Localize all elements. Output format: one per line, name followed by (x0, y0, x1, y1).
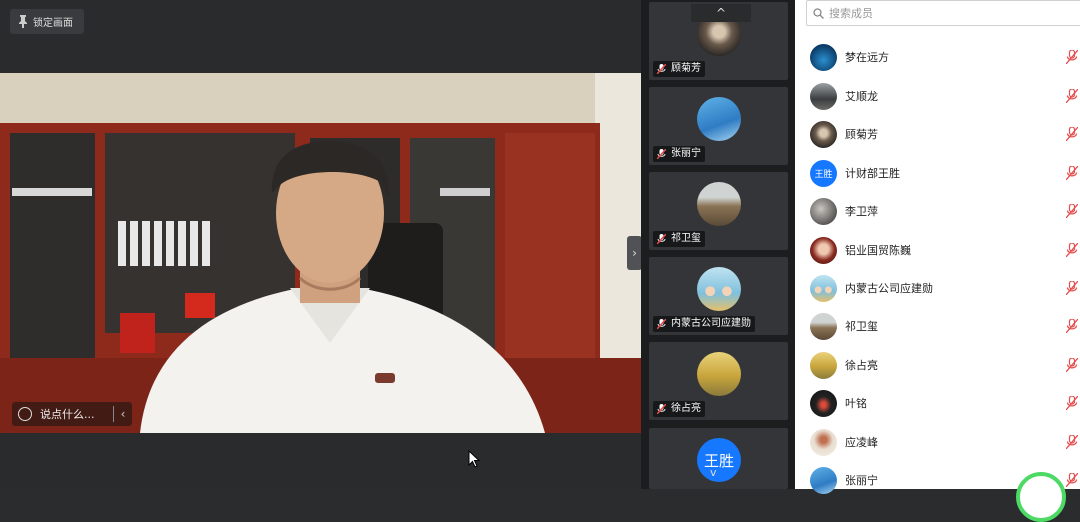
member-name: 李卫萍 (845, 205, 878, 218)
member-name: 叶铭 (845, 397, 867, 410)
member-avatar (810, 351, 837, 379)
participant-tile[interactable]: 张丽宁 (649, 87, 788, 165)
mic-muted-icon[interactable] (1066, 319, 1078, 333)
speaker-video-frame (0, 73, 641, 433)
search-placeholder: 搜索成员 (829, 7, 873, 20)
member-row[interactable]: 梦在远方 (810, 42, 1080, 72)
member-row[interactable]: 叶铭 (810, 388, 1080, 418)
avatar-text: 王胜 (703, 451, 734, 470)
participant-avatar (697, 182, 741, 226)
member-row[interactable]: 顾菊芳 (810, 119, 1080, 149)
member-row[interactable]: 铝业国贸陈巍 (810, 235, 1080, 265)
member-avatar (810, 197, 837, 225)
mouse-cursor-icon (468, 450, 480, 468)
main-video-stage: 锁定画面 说点什么... ‹ (0, 0, 641, 489)
participant-avatar (697, 267, 741, 311)
chevron-right-icon: › (632, 246, 637, 260)
member-name: 张丽宁 (845, 474, 878, 487)
member-avatar (810, 428, 837, 456)
member-name: 祁卫玺 (845, 320, 878, 333)
lock-screen-button[interactable]: 锁定画面 (10, 9, 84, 34)
participant-avatar: 王胜 (697, 438, 741, 482)
mic-muted-icon[interactable] (1066, 166, 1078, 180)
avatar-text: 王胜 (814, 169, 833, 180)
member-avatar (810, 274, 837, 302)
member-name: 梦在远方 (845, 51, 889, 64)
member-name: 应凌峰 (845, 436, 878, 449)
participant-name-label: 祁卫玺 (653, 231, 705, 247)
member-name: 徐占亮 (845, 359, 878, 372)
member-name: 顾菊芳 (845, 128, 878, 141)
participant-avatar (697, 352, 741, 396)
mic-muted-icon (657, 319, 666, 329)
participant-tile[interactable]: 王胜 (649, 428, 788, 489)
member-list-panel: 搜索成员 梦在远方 艾顺龙 顾菊芳 王胜 计财部王胜 李卫萍 铝业国贸陈巍 内蒙… (795, 0, 1080, 494)
speaker-video (0, 73, 641, 433)
member-avatar (810, 120, 837, 148)
mic-muted-icon[interactable] (1066, 473, 1078, 487)
scroll-up-button[interactable]: ^ (691, 4, 751, 22)
mic-muted-icon[interactable] (1066, 89, 1078, 103)
mic-muted-icon[interactable] (1066, 358, 1078, 372)
chat-input-placeholder: 说点什么... (40, 408, 95, 421)
member-name: 艾顺龙 (845, 90, 878, 103)
member-avatar (810, 312, 837, 340)
member-name: 计财部王胜 (845, 167, 900, 180)
member-avatar (810, 236, 837, 264)
pin-icon (19, 15, 27, 28)
member-avatar (810, 466, 837, 494)
participant-strip: 顾菊芳 ^ 张丽宁 祁卫玺 内蒙古公司应建勋 徐占亮 王胜 (641, 0, 795, 489)
mic-muted-icon[interactable] (1066, 396, 1078, 410)
member-row[interactable]: 祁卫玺 (810, 311, 1080, 341)
member-row[interactable]: 内蒙古公司应建勋 (810, 273, 1080, 303)
member-name: 内蒙古公司应建勋 (845, 282, 933, 295)
mic-muted-icon (657, 404, 666, 414)
participant-name-label: 徐占亮 (653, 401, 705, 417)
member-avatar: 王胜 (810, 159, 837, 187)
speed-ring-widget[interactable] (1016, 472, 1066, 522)
member-avatar (810, 389, 837, 417)
participant-name-label: 内蒙古公司应建勋 (653, 316, 755, 332)
participant-avatar (697, 97, 741, 141)
member-avatar (810, 43, 837, 71)
member-search-input[interactable]: 搜索成员 (806, 0, 1080, 26)
chevron-left-icon[interactable]: ‹ (114, 407, 132, 421)
search-icon (813, 7, 824, 19)
member-row[interactable]: 王胜 计财部王胜 (810, 158, 1080, 188)
participant-name-label: 张丽宁 (653, 146, 705, 162)
mic-muted-icon[interactable] (1066, 204, 1078, 218)
participant-tile[interactable]: 祁卫玺 (649, 172, 788, 250)
participant-name-label: 顾菊芳 (653, 61, 705, 77)
member-avatar (810, 82, 837, 110)
mic-muted-icon (657, 64, 666, 74)
member-row[interactable]: 李卫萍 (810, 196, 1080, 226)
chevron-up-icon: ^ (715, 6, 727, 20)
participant-tile[interactable]: 内蒙古公司应建勋 (649, 257, 788, 335)
member-row[interactable]: 艾顺龙 (810, 81, 1080, 111)
member-name: 铝业国贸陈巍 (845, 244, 911, 257)
mic-muted-icon[interactable] (1066, 281, 1078, 295)
chevron-down-icon[interactable]: v (710, 466, 717, 479)
mic-muted-icon (657, 234, 666, 244)
participant-tile[interactable]: 徐占亮 (649, 342, 788, 420)
lock-screen-label: 锁定画面 (33, 18, 73, 29)
emoji-icon[interactable] (18, 407, 32, 421)
chat-input-bar[interactable]: 说点什么... ‹ (12, 402, 132, 426)
member-row[interactable]: 应凌峰 (810, 427, 1080, 457)
mic-muted-icon[interactable] (1066, 50, 1078, 64)
mic-muted-icon[interactable] (1066, 127, 1078, 141)
mic-muted-icon[interactable] (1066, 243, 1078, 257)
mic-muted-icon[interactable] (1066, 435, 1078, 449)
collapse-strip-button[interactable]: › (627, 236, 642, 270)
member-row[interactable]: 徐占亮 (810, 350, 1080, 380)
mic-muted-icon (657, 149, 666, 159)
